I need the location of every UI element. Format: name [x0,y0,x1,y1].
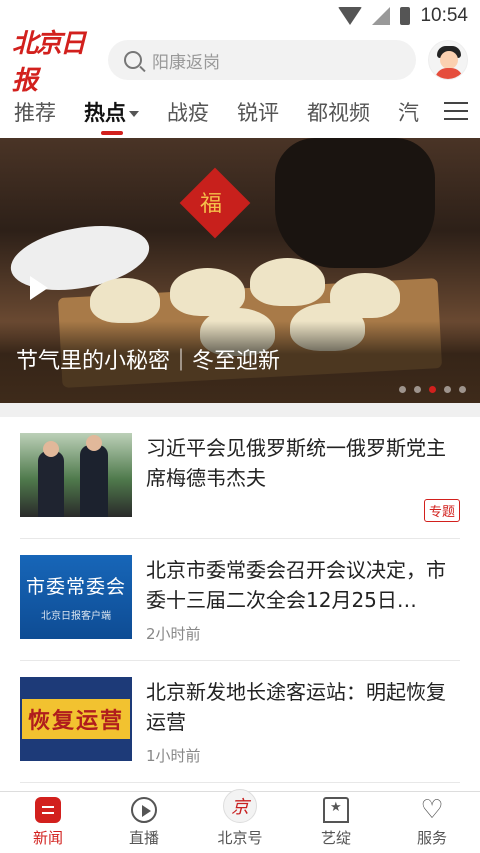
tab-epidemic[interactable]: 战疫 [167,97,209,127]
channel-tabs: 推荐 热点 战疫 锐评 都视频 汽 [0,88,480,136]
news-title: 北京市委常委会召开会议决定，市委十三届二次全会12月25日… [146,558,446,612]
nav-news[interactable]: 新闻 [8,797,88,848]
list-item[interactable]: 习近平会见俄罗斯统一俄罗斯党主席梅德韦杰夫 专题 [20,417,460,539]
play-circle-icon [131,797,157,823]
search-bar[interactable]: 阳康返岗 [108,40,416,80]
search-icon [124,51,142,69]
bottom-nav: 新闻 直播 京 北京号 艺绽 ♡ 服务 [0,789,480,853]
news-time: 1小时前 [146,747,201,765]
topic-badge: 专题 [423,499,460,522]
play-icon[interactable] [30,276,48,300]
menu-icon[interactable] [444,100,468,122]
banner-image-pot [275,138,435,268]
tab-auto[interactable]: 汽 [398,97,419,127]
news-thumbnail [20,433,132,517]
wifi-icon [338,7,363,25]
app-header: 北京日报 阳康返岗 [0,29,480,96]
nav-arts[interactable]: 艺绽 [296,797,376,848]
tab-hot[interactable]: 热点 [84,97,139,127]
news-icon [35,797,61,823]
news-time: 2小时前 [146,625,201,643]
beijing-account-icon: 京 [223,789,257,823]
tab-video[interactable]: 都视频 [307,97,370,127]
search-placeholder: 阳康返岗 [152,52,220,73]
user-avatar[interactable] [428,40,468,80]
list-item[interactable]: 恢复运营 北京新发地长途客运站：明起恢复运营 1小时前 [20,661,460,783]
app-logo[interactable]: 北京日报 [12,23,96,97]
news-list: 习近平会见俄罗斯统一俄罗斯党主席梅德韦杰夫 专题 市委常委会 北京日报客户端 北… [0,417,480,783]
tab-recommend[interactable]: 推荐 [14,97,56,127]
tab-commentary[interactable]: 锐评 [237,97,279,127]
nav-beijing-account[interactable]: 京 北京号 [200,789,280,848]
banner-carousel[interactable]: 福 节气里的小秘密｜冬至迎新 [0,138,480,403]
nav-services[interactable]: ♡ 服务 [392,797,472,848]
list-item[interactable]: 市委常委会 北京日报客户端 北京市委常委会召开会议决定，市委十三届二次全会12月… [20,539,460,661]
star-badge-icon [323,797,349,823]
status-time: 10:54 [420,5,468,26]
signal-icon [372,7,391,25]
battery-icon [400,7,411,25]
heart-icon: ♡ [420,795,444,825]
news-thumbnail: 市委常委会 北京日报客户端 [20,555,132,639]
news-title: 北京新发地长途客运站：明起恢复运营 [146,680,446,734]
chevron-down-icon [129,111,139,117]
news-thumbnail: 恢复运营 [20,677,132,761]
carousel-indicator [399,386,466,393]
banner-caption[interactable]: 节气里的小秘密｜冬至迎新 [16,343,280,375]
nav-live[interactable]: 直播 [104,797,184,848]
news-title: 习近平会见俄罗斯统一俄罗斯党主席梅德韦杰夫 [146,436,446,490]
